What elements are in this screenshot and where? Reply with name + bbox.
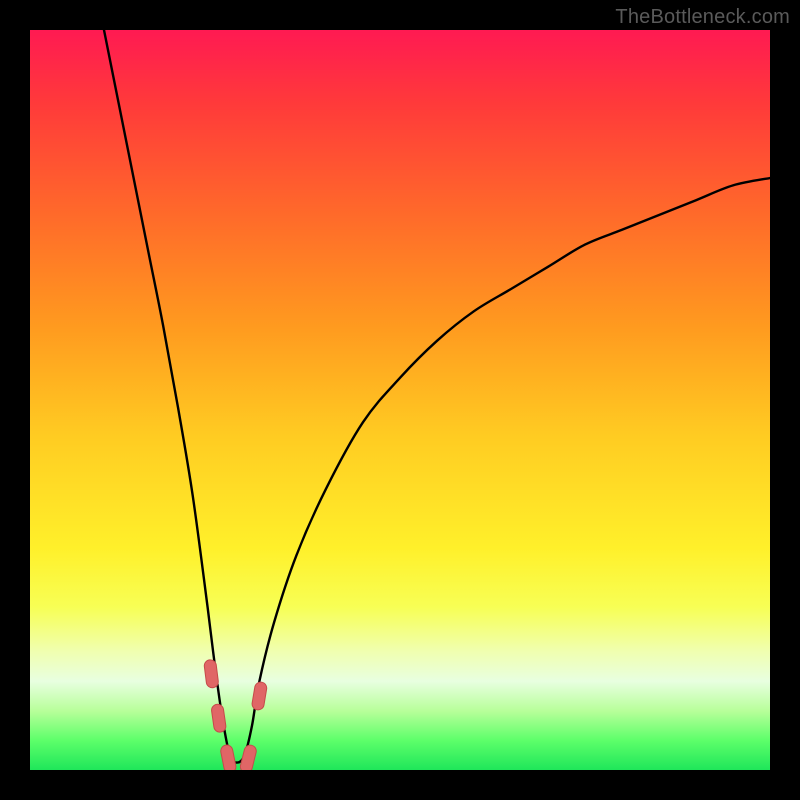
watermark-text: TheBottleneck.com	[615, 6, 790, 29]
plot-area	[30, 30, 770, 770]
gradient-background	[30, 30, 770, 770]
chart-svg	[30, 30, 770, 770]
chart-frame: TheBottleneck.com	[0, 0, 800, 800]
